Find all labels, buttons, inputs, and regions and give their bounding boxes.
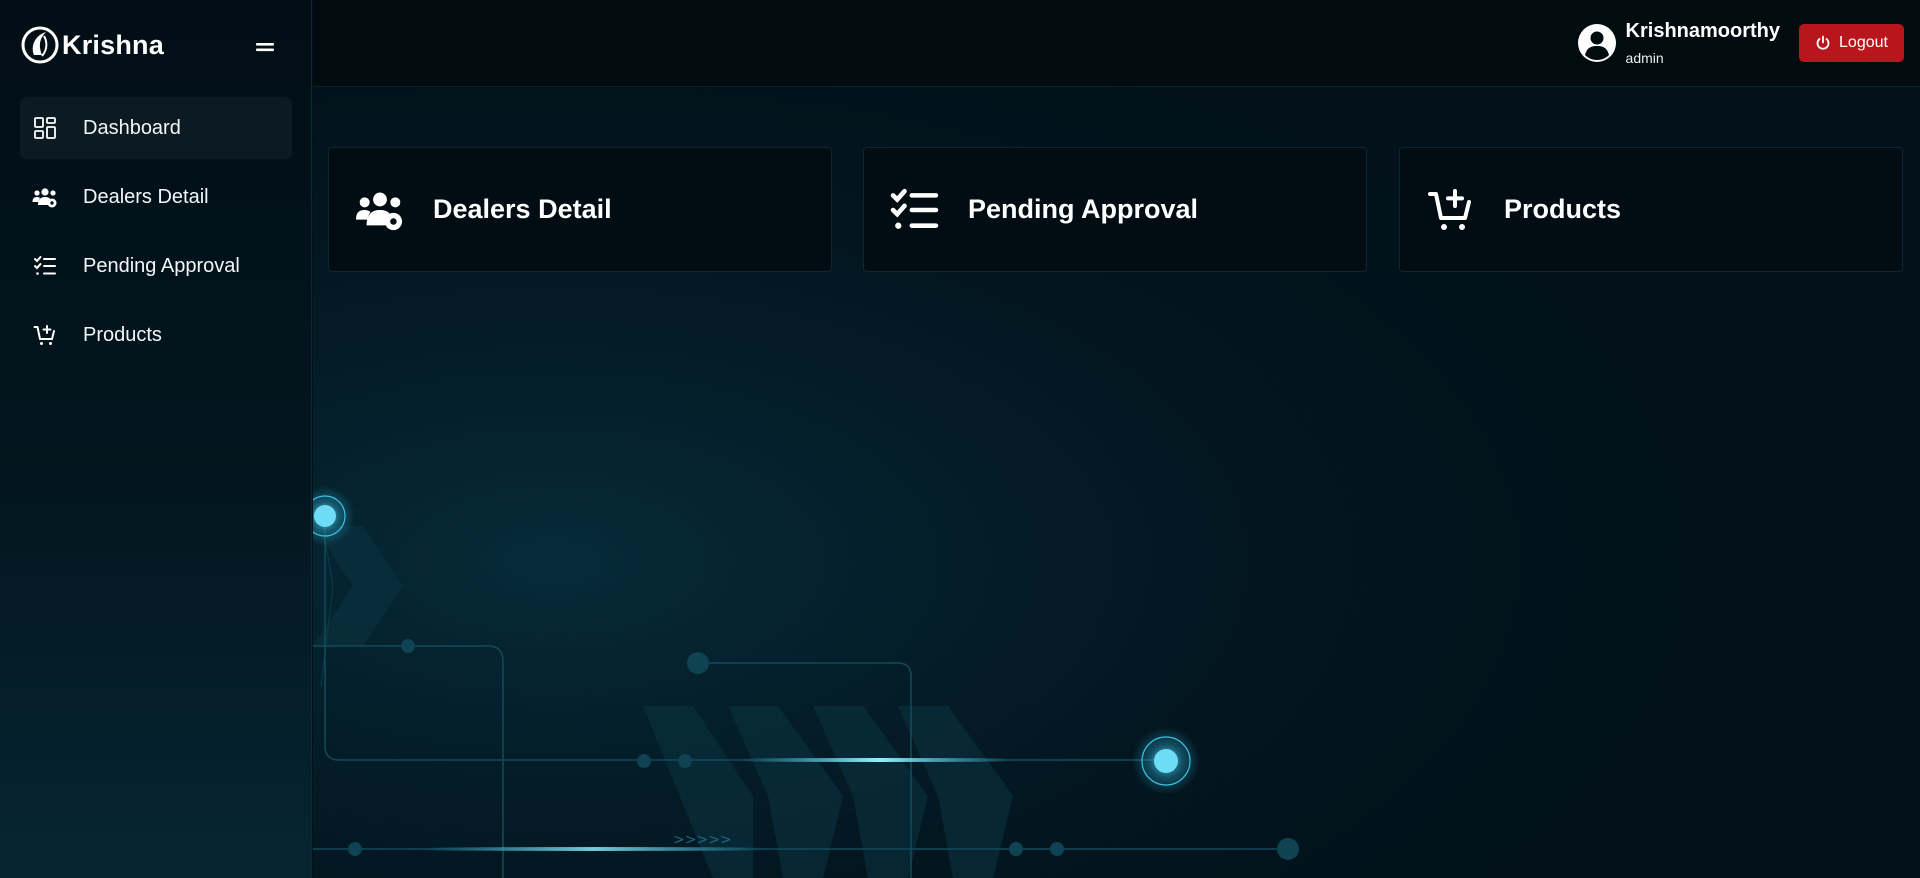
dealers-icon bbox=[32, 184, 58, 210]
logout-label: Logout bbox=[1839, 34, 1888, 51]
sidebar-item-dashboard[interactable]: Dashboard bbox=[20, 97, 292, 159]
power-icon bbox=[1816, 35, 1830, 50]
sidebar-item-dealers-detail[interactable]: Dealers Detail bbox=[20, 166, 292, 228]
cart-plus-icon bbox=[1424, 183, 1478, 237]
sidebar-item-products[interactable]: Products bbox=[20, 304, 292, 366]
svg-text:>>>>>: >>>>> bbox=[673, 832, 732, 848]
user-avatar-icon bbox=[1577, 24, 1616, 62]
krishna-logo-icon bbox=[21, 26, 59, 64]
menu-toggle-icon bbox=[256, 43, 274, 52]
sidebar: Krishna Dashboard Dealers Detail Pending… bbox=[0, 0, 312, 878]
sidebar-item-label: Pending Approval bbox=[83, 254, 240, 277]
logout-button[interactable]: Logout bbox=[1799, 24, 1904, 62]
brand-name: Krishna bbox=[62, 29, 164, 60]
menu-toggle-button[interactable] bbox=[252, 36, 278, 58]
card-dealers-detail[interactable]: Dealers Detail bbox=[328, 147, 832, 272]
dashboard-icon bbox=[32, 115, 58, 141]
sidebar-item-label: Dashboard bbox=[83, 116, 181, 139]
user-role: admin bbox=[1625, 50, 1664, 66]
dealers-icon bbox=[353, 183, 407, 237]
card-label: Dealers Detail bbox=[433, 194, 612, 224]
card-pending-approval[interactable]: Pending Approval bbox=[863, 147, 1367, 272]
brand[interactable]: Krishna bbox=[20, 25, 164, 65]
checklist-icon bbox=[32, 253, 58, 279]
top-bar: Krishnamoorthy admin Logout bbox=[313, 0, 1920, 87]
user-info: Krishnamoorthy admin bbox=[1626, 18, 1780, 66]
sidebar-item-label: Products bbox=[83, 323, 162, 346]
sidebar-nav: Dashboard Dealers Detail Pending Approva… bbox=[20, 97, 292, 373]
sidebar-item-label: Dealers Detail bbox=[83, 185, 209, 208]
cart-plus-icon bbox=[32, 322, 58, 348]
user-name: Krishnamoorthy bbox=[1625, 20, 1780, 42]
checklist-icon bbox=[888, 183, 942, 237]
card-products[interactable]: Products bbox=[1399, 147, 1903, 272]
sidebar-item-pending-approval[interactable]: Pending Approval bbox=[20, 235, 292, 297]
user-profile[interactable]: Krishnamoorthy admin bbox=[1577, 18, 1780, 70]
card-label: Products bbox=[1504, 194, 1622, 224]
card-label: Pending Approval bbox=[968, 194, 1199, 224]
